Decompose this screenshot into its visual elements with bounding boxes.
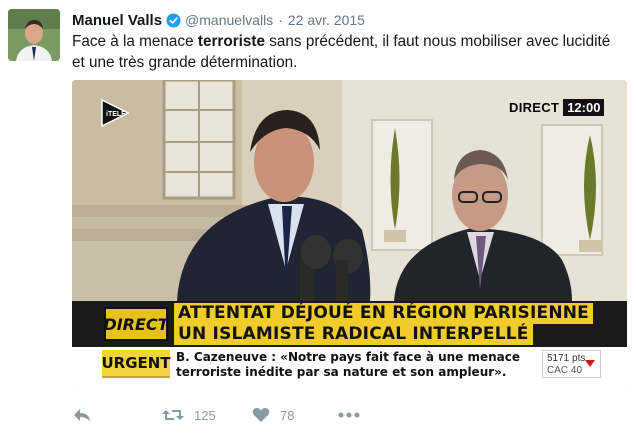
like-button[interactable]: 78 (252, 407, 294, 423)
avatar[interactable] (8, 9, 60, 61)
banner-headline-line1: ATTENTAT DÉJOUÉ EN RÉGION PARISIENNE (174, 303, 593, 324)
ticker-text: B. Cazeneuve : «Notre pays fait face à u… (176, 350, 521, 379)
more-options-button[interactable] (338, 412, 360, 418)
live-indicator: DIRECT 12:00 (509, 99, 605, 116)
itele-logo-text: iTELE (106, 111, 126, 118)
verified-badge-icon (166, 12, 181, 28)
live-time: 12:00 (563, 99, 605, 116)
breaking-news-banner: DIRECT ATTENTAT DÉJOUÉ EN RÉGION PARISIE… (72, 301, 627, 347)
header-separator: · (278, 12, 283, 28)
banner-headline-line2: UN ISLAMISTE RADICAL INTERPELLÉ (174, 324, 533, 345)
live-label: DIRECT (509, 100, 560, 115)
itele-logo-icon: iTELE (100, 98, 130, 128)
more-dots-icon (338, 412, 360, 418)
banner-direct-text: DIRECT (103, 314, 169, 334)
heart-icon (252, 407, 270, 423)
tweet-header: Manuel Valls @manuelvalls · 22 avr. 2015 (72, 10, 365, 30)
tweet: Manuel Valls @manuelvalls · 22 avr. 2015… (0, 0, 636, 435)
tweet-media-image[interactable]: iTELE DIRECT 12:00 DIRECT ATTENTAT DÉJOU… (72, 80, 627, 390)
tweet-text-before: Face à la menace (72, 33, 198, 50)
tweet-text: Face à la menace terroriste sans précéde… (72, 31, 617, 73)
reply-icon (72, 407, 92, 423)
author-name[interactable]: Manuel Valls (72, 12, 162, 29)
like-count: 78 (280, 407, 295, 423)
market-points: 5171 pts (547, 353, 586, 364)
tweet-text-bold: terroriste (197, 33, 266, 50)
banner-direct-logo: DIRECT (103, 307, 169, 341)
market-down-arrow-icon (585, 360, 595, 367)
author-handle[interactable]: @manuelvalls (185, 12, 273, 28)
urgent-label: URGENT (101, 354, 171, 372)
reply-button[interactable] (72, 407, 92, 423)
retweet-icon (162, 407, 184, 423)
retweet-button[interactable]: 125 (162, 407, 216, 423)
market-box: 5171 pts CAC 40 (542, 350, 601, 378)
urgent-badge: URGENT (101, 350, 171, 378)
retweet-count: 125 (194, 407, 216, 423)
market-index: CAC 40 (547, 365, 583, 376)
tweet-date[interactable]: 22 avr. 2015 (288, 12, 365, 28)
